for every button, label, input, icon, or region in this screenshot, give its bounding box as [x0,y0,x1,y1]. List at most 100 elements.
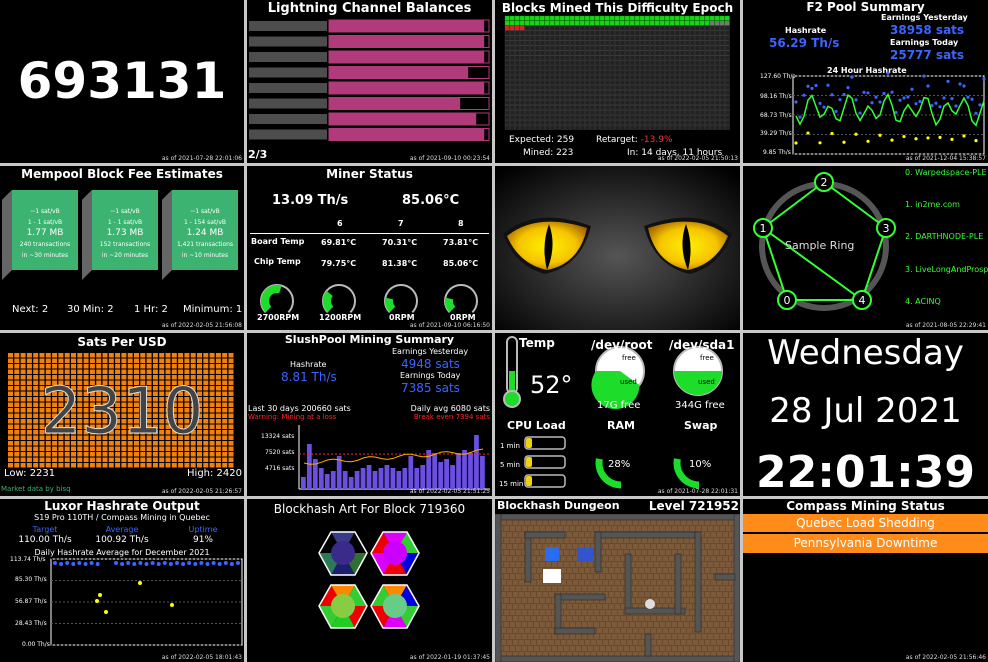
epoch-block [529,110,535,115]
epoch-block [619,30,625,36]
floor-tile [672,622,677,627]
fee-1hr: 1 Hr: 2 [134,304,168,315]
epoch-block [584,40,590,46]
epoch-block [619,50,625,56]
earnings-chart [298,425,490,490]
epoch-block [519,50,525,56]
floor-tile [714,586,719,591]
epoch-block [719,35,725,41]
epoch-block [604,65,610,71]
epoch-block [569,105,575,110]
floor-tile [702,586,707,591]
sat-square [178,358,184,363]
epoch-block [684,55,690,61]
floor-tile [561,568,566,573]
floor-tile [582,622,587,627]
epoch-block [654,55,660,61]
epoch-block [519,124,525,130]
epoch-block [714,90,720,95]
epoch-block [704,15,710,21]
epoch-block [619,100,625,105]
epoch-block [589,60,595,66]
epoch-block [609,95,615,100]
data-point [150,561,155,565]
floor-tile [519,592,524,597]
sat-square [171,463,177,468]
epoch-block [619,60,625,66]
epoch-block [504,15,510,21]
sat-square [184,353,190,358]
epoch-block [514,75,520,81]
epoch-block [724,15,730,21]
epoch-block [609,105,615,110]
floor-tile [546,526,551,531]
epoch-block [644,114,650,120]
epoch-block [684,95,690,100]
epoch-block [649,110,655,115]
floor-tile [711,568,716,573]
floor-tile [558,562,563,567]
epoch-block [539,124,545,130]
epoch-block [694,70,700,76]
epoch-block [544,90,550,95]
epoch-block [664,30,670,36]
floor-tile [510,622,515,627]
floor-tile [639,568,644,573]
epoch-block [704,60,710,66]
floor-tile [615,628,620,633]
epoch-block [709,85,715,90]
floor-tile [600,574,605,579]
sat-square [127,358,133,363]
floor-tile [642,526,647,531]
floor-tile [669,520,674,525]
epoch-block [619,114,625,120]
sat-square [26,457,32,462]
dungeon-wall [644,633,652,657]
epoch-block [699,124,705,130]
epoch-block [509,20,515,26]
floor-tile [660,634,665,639]
epoch-block [599,20,605,26]
epoch-block [709,15,715,21]
earnings-bar [444,459,449,489]
epoch-block [699,119,705,125]
epoch-block [669,90,675,95]
epoch-block [504,119,510,125]
epoch-block [649,85,655,90]
epoch-block [544,119,550,125]
epoch-block [674,45,680,51]
epoch-block [564,95,570,100]
epoch-block [604,124,610,130]
epoch-block [589,15,595,21]
ring-node-name: 1. in2me.com [905,200,960,209]
epoch-block [709,60,715,66]
epoch-block [644,85,650,90]
epoch-block [549,25,555,31]
epoch-block [714,110,720,115]
epoch-block [659,105,665,110]
sat-square [64,353,70,358]
epoch-block [669,35,675,41]
epoch-block [719,124,725,130]
sat-square [121,353,127,358]
epoch-block [524,30,530,36]
floor-tile [585,520,590,525]
epoch-block [584,100,590,105]
epoch-block [609,114,615,120]
epoch-block [644,119,650,125]
floor-tile [510,526,515,531]
epoch-block [584,60,590,66]
sats-value: 2310 [40,375,204,450]
floor-tile [537,556,542,561]
floor-tile [576,610,581,615]
floor-tile [708,610,713,615]
floor-tile [720,598,725,603]
epoch-block [599,75,605,81]
epoch-block [689,80,695,86]
epoch-block [634,30,640,36]
floor-tile [501,556,506,561]
epoch-block [574,80,580,86]
epoch-block [604,95,610,100]
data-point [217,562,222,566]
data-point [71,562,76,566]
